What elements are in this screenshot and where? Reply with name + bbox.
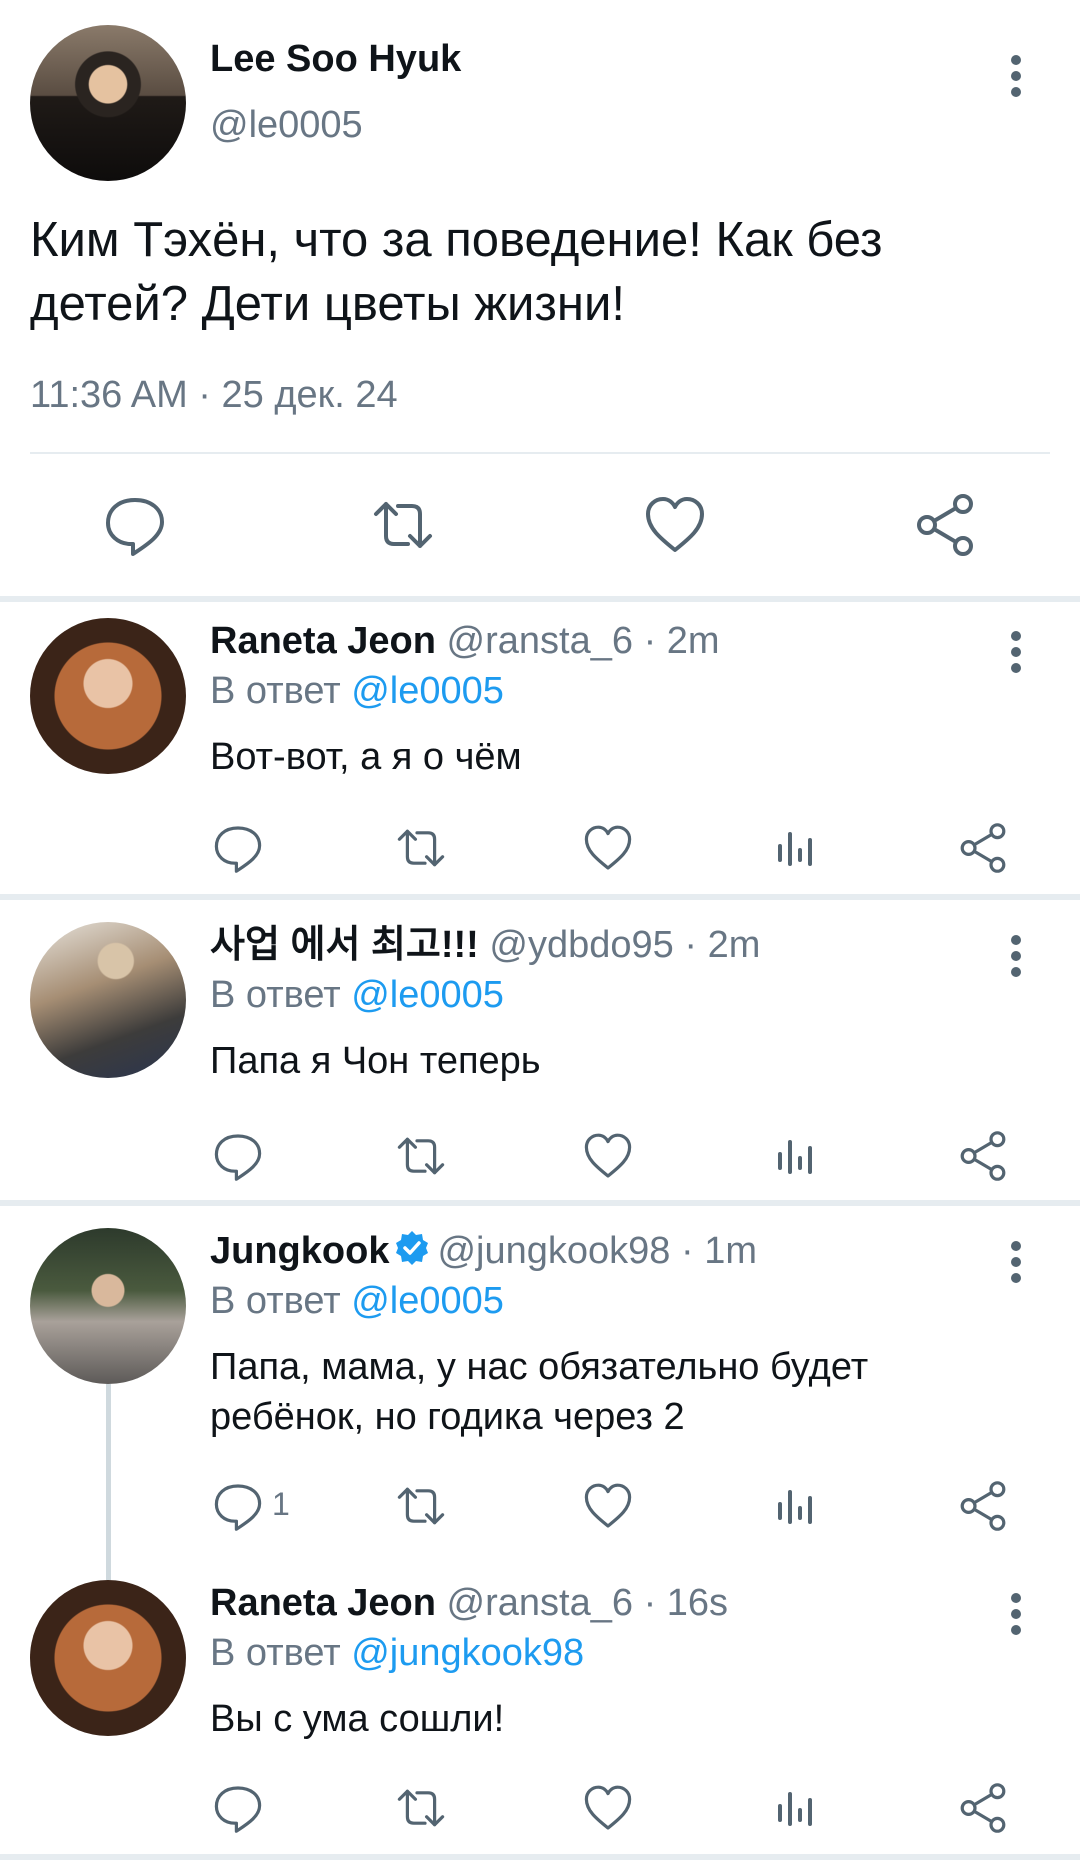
author-avatar[interactable]	[30, 25, 186, 181]
more-options-icon[interactable]	[1000, 52, 1032, 100]
retweet-icon[interactable]	[393, 1780, 449, 1836]
author-name[interactable]: Lee Soo Hyuk	[210, 38, 461, 81]
section-divider	[0, 596, 1080, 602]
analytics-icon[interactable]	[768, 1478, 824, 1534]
reply-avatar[interactable]	[30, 1580, 186, 1736]
reply-author-name[interactable]: Raneta Jeon	[210, 1582, 436, 1624]
in-reply-label: В ответ	[210, 1632, 341, 1674]
reply-time: · 2m	[684, 924, 761, 966]
mention-link[interactable]: @le0005	[351, 670, 504, 712]
reply-text: Вы с ума сошли!	[210, 1698, 505, 1740]
analytics-icon[interactable]	[768, 1128, 824, 1184]
in-reply-label: В ответ	[210, 1280, 341, 1322]
mention-link[interactable]: @le0005	[351, 974, 504, 1016]
section-divider	[0, 1854, 1080, 1860]
analytics-icon[interactable]	[768, 820, 824, 876]
more-options-icon[interactable]	[1000, 1238, 1032, 1286]
reply-text: Папа я Чон теперь	[210, 1040, 541, 1082]
like-icon[interactable]	[580, 1780, 636, 1836]
in-reply-label: В ответ	[210, 670, 341, 712]
like-icon[interactable]	[580, 1128, 636, 1184]
reply-icon[interactable]	[210, 1780, 266, 1836]
thread-connector	[106, 1384, 111, 1580]
reply-avatar[interactable]	[30, 1228, 186, 1384]
divider	[30, 452, 1050, 454]
verified-badge-icon	[393, 1229, 431, 1267]
reply-author-handle[interactable]: @ransta_6	[447, 1582, 633, 1624]
retweet-icon[interactable]	[393, 1478, 449, 1534]
like-icon[interactable]	[640, 490, 710, 560]
reply-author-handle[interactable]: @jungkook98	[437, 1230, 670, 1272]
reply-icon[interactable]	[210, 820, 266, 876]
reply-text: Вот-вот, а я о чём	[210, 736, 522, 778]
reply-author-name[interactable]: Jungkook	[210, 1230, 389, 1272]
main-tweet: Lee Soo Hyuk @le0005 Ким Тэхён, что за п…	[0, 0, 1080, 600]
mention-link[interactable]: @le0005	[351, 1280, 504, 1322]
tweet-text: Ким Тэхён, что за поведение! Как без дет…	[30, 213, 883, 331]
retweet-icon[interactable]	[393, 820, 449, 876]
like-icon[interactable]	[580, 1478, 636, 1534]
mention-link[interactable]: @jungkook98	[351, 1632, 584, 1674]
share-icon[interactable]	[910, 490, 980, 560]
reply-time: · 2m	[643, 620, 720, 662]
retweet-icon[interactable]	[393, 1128, 449, 1184]
reply-icon[interactable]	[100, 490, 170, 560]
section-divider	[0, 1200, 1080, 1206]
more-options-icon[interactable]	[1000, 932, 1032, 980]
share-icon[interactable]	[955, 820, 1011, 876]
reply-text: Папа, мама, у нас обязательно будет ребё…	[210, 1346, 869, 1438]
in-reply-label: В ответ	[210, 974, 341, 1016]
more-options-icon[interactable]	[1000, 1590, 1032, 1638]
reply-count: 1	[272, 1486, 290, 1522]
retweet-icon[interactable]	[368, 490, 438, 560]
reply-author-handle[interactable]: @ransta_6	[447, 620, 633, 662]
reply-time: · 16s	[643, 1582, 729, 1624]
reply-author-name[interactable]: 사업 에서 최고!!!	[210, 924, 479, 966]
reply-author-handle[interactable]: @ydbdo95	[489, 924, 673, 966]
reply-icon[interactable]	[210, 1478, 266, 1534]
section-divider	[0, 894, 1080, 900]
share-icon[interactable]	[955, 1780, 1011, 1836]
share-icon[interactable]	[955, 1478, 1011, 1534]
like-icon[interactable]	[580, 820, 636, 876]
share-icon[interactable]	[955, 1128, 1011, 1184]
analytics-icon[interactable]	[768, 1780, 824, 1836]
tweet-actions	[0, 490, 1080, 560]
reply-avatar[interactable]	[30, 922, 186, 1078]
reply-time: · 1m	[681, 1230, 757, 1272]
tweet-timestamp[interactable]: 11:36 AM · 25 дек. 24	[30, 374, 398, 417]
reply-icon[interactable]	[210, 1128, 266, 1184]
author-handle[interactable]: @le0005	[210, 104, 363, 147]
more-options-icon[interactable]	[1000, 628, 1032, 676]
reply-author-name[interactable]: Raneta Jeon	[210, 620, 436, 662]
reply-avatar[interactable]	[30, 618, 186, 774]
